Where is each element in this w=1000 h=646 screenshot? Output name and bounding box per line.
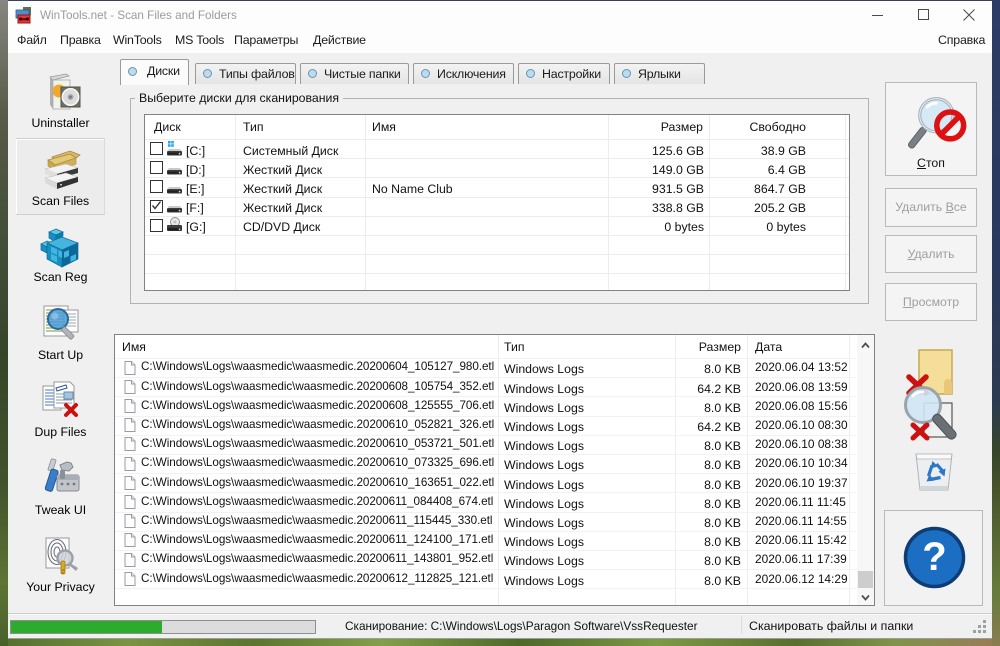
svg-text:?: ? bbox=[922, 535, 946, 579]
